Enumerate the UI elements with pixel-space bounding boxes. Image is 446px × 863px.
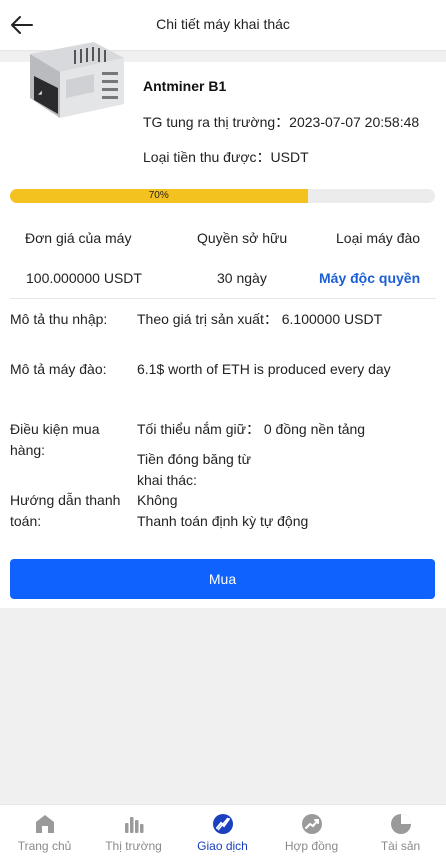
currency-row: Loại tiền thu được：USDT: [143, 147, 309, 167]
tab-assets-label: Tài sản: [380, 839, 421, 853]
machine-name: Antminer B1: [143, 78, 227, 94]
currency-label: Loại tiền thu được：: [143, 149, 271, 165]
release-time-label: TG tung ra thị trường：: [143, 114, 290, 130]
machine-desc-value: 6.1$ worth of ETH is produced every day: [137, 361, 391, 377]
miner-image: ◢: [24, 36, 130, 122]
purchase-condition-label-line1: Điều kiện mua: [10, 421, 100, 437]
unit-price-label: Đơn giá của máy: [25, 230, 132, 246]
release-time-row: TG tung ra thị trường：2023-07-07 20:58:4…: [143, 112, 419, 132]
home-icon: [34, 813, 56, 835]
payment-guide-label-line1: Hướng dẫn thanh: [10, 492, 121, 508]
min-hold-value: Tối thiểu nắm giữ： 0 đồng nền tảng: [137, 421, 366, 437]
assets-icon: [390, 813, 412, 835]
contract-icon: [301, 813, 323, 835]
tab-market[interactable]: Thị trường: [89, 805, 178, 863]
market-icon: [123, 813, 145, 835]
machine-type-value: Máy độc quyền: [319, 270, 421, 286]
ownership-label: Quyền sở hữu: [197, 230, 288, 246]
purchase-condition-label: Điều kiện mua hàng:: [10, 419, 100, 461]
ownership-value: 30 ngày: [217, 270, 267, 286]
bottom-tab-bar: Trang chủ Thị trường Giao dịch Hợp đồng …: [0, 804, 446, 863]
freeze-label: Tiền đóng băng từ khai thác:: [137, 449, 251, 491]
divider: [10, 298, 436, 299]
purchase-condition-label-line2: hàng:: [10, 442, 46, 458]
machine-desc-label: Mô tả máy đào:: [10, 361, 107, 377]
payment-guide-value: Thanh toán định kỳ tự động: [137, 513, 309, 529]
tab-contract[interactable]: Hợp đồng: [267, 805, 356, 863]
buy-button[interactable]: Mua: [10, 559, 435, 599]
tab-home-label: Trang chủ: [17, 839, 72, 853]
currency-value: USDT: [270, 149, 309, 165]
freeze-label-line1: Tiền đóng băng từ: [137, 451, 251, 467]
machine-type-label: Loại máy đào: [336, 230, 421, 246]
svg-text:◢: ◢: [38, 90, 42, 96]
progress-bar: 70%: [10, 189, 435, 203]
freeze-value: Không: [137, 492, 178, 508]
unit-price-value: 100.000000 USDT: [26, 270, 142, 286]
page-title: Chi tiết máy khai thác: [156, 16, 290, 32]
trade-icon: [212, 813, 234, 835]
tab-contract-label: Hợp đồng: [284, 839, 339, 853]
payment-guide-label-line2: toán:: [10, 513, 42, 529]
freeze-label-line2: khai thác:: [137, 472, 197, 488]
release-time-value: 2023-07-07 20:58:48: [289, 114, 420, 130]
payment-guide-label: Hướng dẫn thanh toán:: [10, 490, 120, 532]
income-desc-label: Mô tả thu nhập:: [10, 311, 108, 327]
tab-trade-label: Giao dịch: [197, 839, 248, 853]
income-desc-value: Theo giá trị sản xuất： 6.100000 USDT: [137, 311, 383, 327]
progress-text: 70%: [148, 190, 169, 201]
tab-assets[interactable]: Tài sản: [356, 805, 445, 863]
tab-market-label: Thị trường: [105, 839, 162, 853]
tab-home[interactable]: Trang chủ: [0, 805, 89, 863]
tab-trade[interactable]: Giao dịch: [178, 805, 267, 863]
